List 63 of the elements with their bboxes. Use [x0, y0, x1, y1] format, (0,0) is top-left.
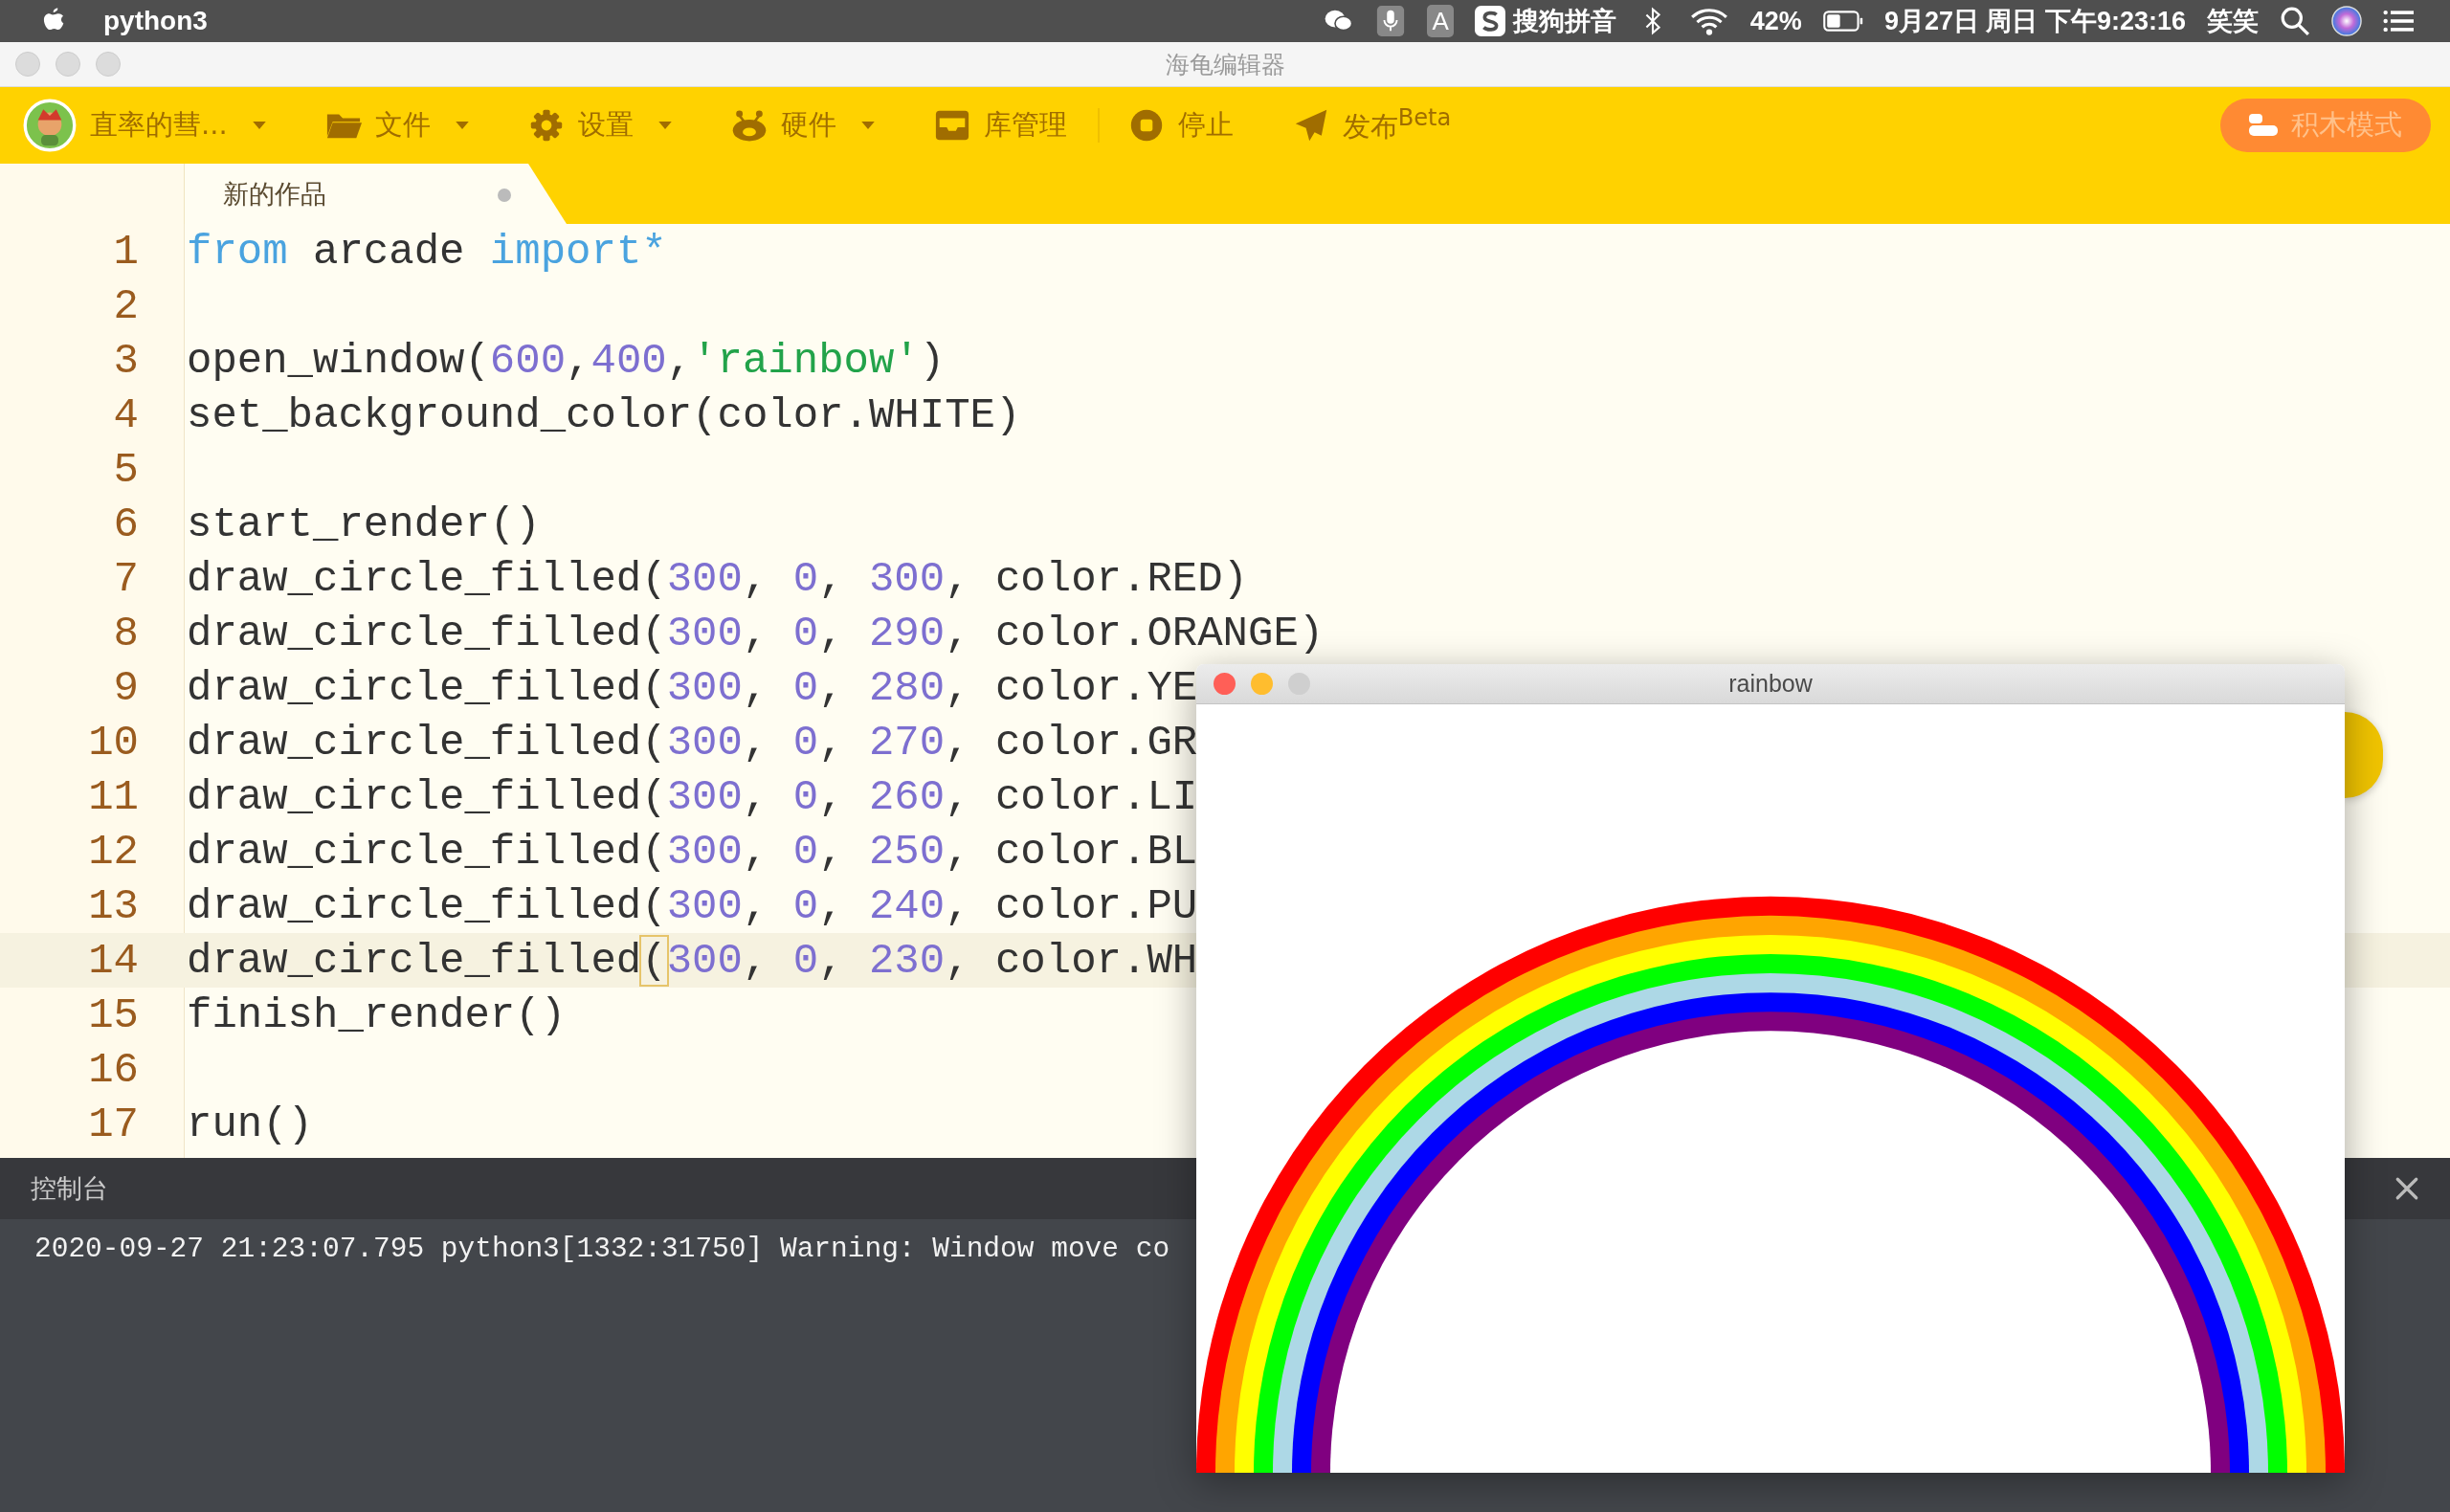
- line-number: 6: [112, 500, 139, 548]
- status-text[interactable]: 9月27日 周日 下午9:23:16: [1883, 4, 2186, 38]
- line-number: 12: [87, 827, 139, 876]
- line-number: 10: [87, 718, 139, 767]
- line-number: 17: [87, 1100, 139, 1148]
- code-line: draw_circle_filled(300, 0, 250, color.BL: [187, 827, 1198, 876]
- line-number: 13: [87, 881, 139, 930]
- avatar-icon[interactable]: [23, 99, 77, 152]
- editor-tab[interactable]: 新的作品: [184, 164, 567, 224]
- status-text[interactable]: 笑笑: [2207, 4, 2259, 38]
- line-number: 2: [112, 281, 139, 330]
- line-number: 11: [87, 772, 139, 821]
- status-text[interactable]: 42%: [1749, 6, 1802, 36]
- line-number: 5: [112, 445, 139, 494]
- inbox-icon: [933, 108, 970, 143]
- window-title: rainbow: [1728, 670, 1813, 698]
- code-line: draw_circle_filled(300, 0, 290, color.ORANGE): [187, 609, 1325, 657]
- line-number: 7: [112, 554, 139, 603]
- close-icon[interactable]: [2394, 1176, 2419, 1201]
- line-number: 15: [87, 990, 139, 1039]
- window-title: 海龟编辑器: [1165, 49, 1285, 80]
- caret-icon: [455, 121, 469, 130]
- toolbar-menu[interactable]: 设置: [527, 106, 672, 145]
- line-number: 3: [112, 336, 139, 385]
- input-method-name: 搜狗拼音: [1512, 6, 1616, 37]
- code-line: set_background_color(color.WHITE): [187, 390, 1021, 439]
- code-line: draw_circle_filled(300, 0, 260, color.LI: [187, 772, 1198, 821]
- console-output: 2020-09-27 21:23:07.795 python3[1332:31750] Warning: Window move co: [34, 1233, 1171, 1265]
- code-line: open_window(600,400,'rainbow'): [187, 336, 946, 385]
- line-number: 14: [87, 936, 139, 985]
- toolbar-menu[interactable]: 直率的彗...: [23, 99, 266, 152]
- line-number: 8: [112, 609, 139, 657]
- caret-icon: [252, 121, 266, 130]
- line-number: 1: [112, 227, 139, 276]
- line-number: 16: [87, 1045, 139, 1094]
- line-number: 9: [112, 663, 139, 712]
- code-line: draw_circle_filled(300, 0, 300, color.RED): [187, 554, 1248, 603]
- blocks-icon: [2249, 114, 2278, 137]
- code-line: finish_render(): [187, 990, 567, 1039]
- wifi-icon[interactable]: [1688, 6, 1729, 36]
- code-line: draw_circle_filled(300, 0, 280, color.YE: [187, 663, 1198, 712]
- code-line: draw_circle_filled(300, 0, 240, color.PU: [187, 881, 1198, 930]
- toolbar-menu[interactable]: 停止: [1127, 106, 1234, 145]
- toolbar-menu[interactable]: 文件: [324, 106, 469, 145]
- console-title: 控制台: [31, 1172, 108, 1205]
- code-line: start_render(): [187, 500, 541, 548]
- code-line: draw_circle_filled(300, 0, 270, color.GR: [187, 718, 1198, 767]
- toolbar-menu[interactable]: 发布$^{Beta}$: [1292, 104, 1452, 146]
- caret-icon: [860, 121, 875, 130]
- toolbar-menu[interactable]: 库管理: [933, 106, 1067, 145]
- code-line: from arcade import*: [187, 227, 667, 276]
- code-line: run(): [187, 1100, 314, 1148]
- robot-face-icon: [730, 108, 768, 143]
- app-menu[interactable]: python3: [103, 6, 208, 36]
- caret-icon: [657, 121, 672, 130]
- toolbar-menu[interactable]: 硬件: [730, 106, 875, 145]
- search-icon[interactable]: [2280, 6, 2310, 36]
- input-source-indicator[interactable]: A: [1427, 5, 1454, 37]
- siri-icon[interactable]: [2331, 6, 2362, 36]
- code-line: draw_circle_filled(300, 0, 230, color.WH: [187, 936, 1198, 985]
- input-method-icon[interactable]: [1474, 6, 1505, 36]
- microphone-icon[interactable]: [1375, 6, 1407, 36]
- line-number: 4: [112, 390, 139, 439]
